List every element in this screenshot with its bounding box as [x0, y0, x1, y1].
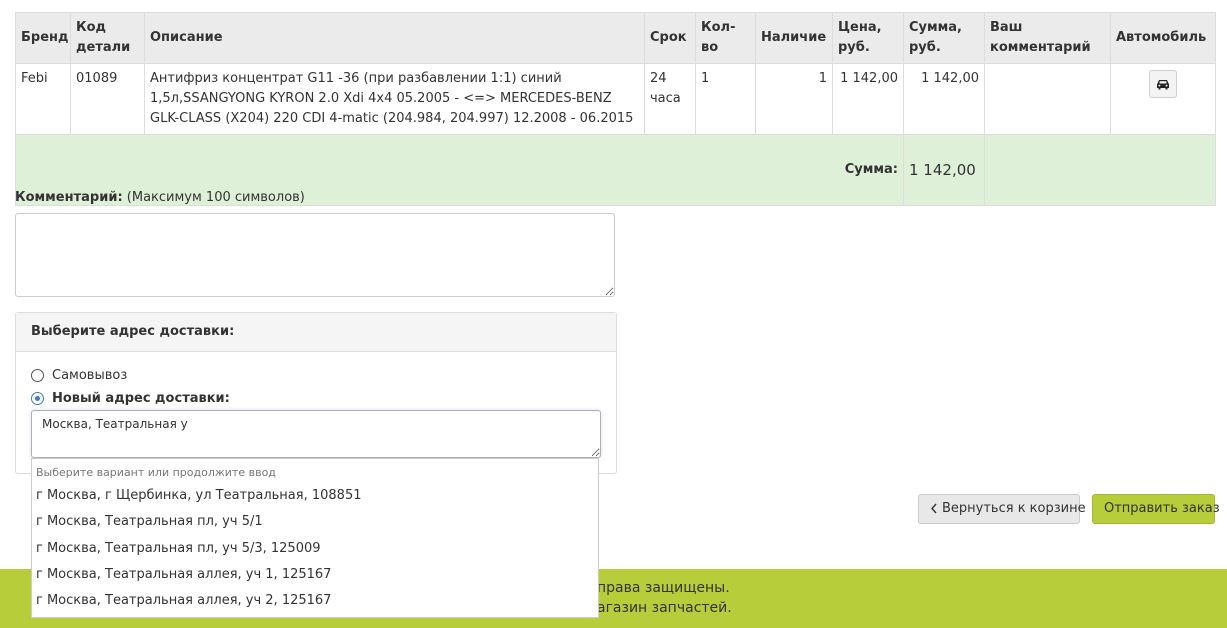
suggestions-hint: Выберите вариант или продолжите ввод [36, 466, 276, 479]
header-description: Описание [144, 12, 645, 64]
header-term: Срок [644, 12, 696, 64]
total-value: 1 142,00 [903, 134, 985, 206]
table-row: Febi 01089 Антифриз концентрат G11 -36 (… [15, 63, 1216, 135]
cell-sum: 1 142,00 [903, 63, 985, 135]
cell-term: 24 часа [644, 63, 696, 135]
car-icon [1157, 80, 1169, 90]
footer-copyright: права защищены. [597, 580, 730, 596]
delivery-panel-title: Выберите адрес доставки: [16, 313, 616, 352]
radio-new-address[interactable] [31, 392, 44, 405]
header-qty: Кол-во [695, 12, 756, 64]
radio-new-label: Новый адрес доставки: [52, 391, 230, 406]
comment-field[interactable] [15, 213, 615, 297]
suggestion-item[interactable]: г Москва, Театральная пл, уч 5/3, 125009 [32, 536, 598, 562]
cell-stock: 1 [755, 63, 833, 135]
delivery-option-new[interactable]: Новый адрес доставки: [31, 391, 230, 406]
address-suggestions-dropdown: Выберите вариант или продолжите ввод г М… [31, 458, 599, 618]
comment-label-title: Комментарий: [15, 190, 123, 205]
radio-pickup[interactable] [31, 369, 44, 382]
address-input[interactable]: Москва, Театральная у [31, 410, 601, 458]
radio-pickup-label: Самовывоз [52, 368, 128, 383]
header-car: Автомобиль [1110, 12, 1216, 64]
comment-label: Комментарий: (Максимум 100 символов) [15, 190, 305, 205]
comment-hint: (Максимум 100 символов) [126, 190, 305, 205]
suggestion-item[interactable]: г Москва, Театральная аллея, уч 1, 12516… [32, 562, 598, 588]
cell-car [1110, 63, 1216, 135]
cell-qty: 1 [695, 63, 756, 135]
table-header-row: Бренд Код детали Описание Срок Кол-во На… [15, 12, 1216, 64]
total-empty [984, 134, 1216, 206]
cell-code: 01089 [70, 63, 145, 135]
header-stock: Наличие [755, 12, 833, 64]
header-sum: Сумма, руб. [903, 12, 985, 64]
header-brand: Бренд [15, 12, 71, 64]
cell-comment [984, 63, 1111, 135]
car-button[interactable] [1149, 70, 1177, 98]
cell-brand: Febi [15, 63, 71, 135]
header-price: Цена, руб. [832, 12, 904, 64]
suggestion-item[interactable]: г Москва, г Щербинка, ул Театральная, 10… [32, 483, 598, 509]
cell-description: Антифриз концентрат G11 -36 (при разбавл… [144, 63, 645, 135]
header-comment: Ваш комментарий [984, 12, 1111, 64]
cell-price: 1 142,00 [832, 63, 904, 135]
header-code: Код детали [70, 12, 145, 64]
back-to-cart-button[interactable]: Вернуться к корзине [918, 494, 1086, 524]
back-button-label: Вернуться к корзине [942, 501, 1086, 516]
send-order-button[interactable]: Отправить заказ [1092, 494, 1220, 524]
footer-shop-name: агазин запчастей. [597, 600, 732, 616]
cart-table: Бренд Код детали Описание Срок Кол-во На… [15, 12, 1216, 206]
send-button-label: Отправить заказ [1104, 501, 1220, 516]
delivery-option-pickup[interactable]: Самовывоз [31, 368, 127, 383]
suggestion-item[interactable]: г Москва, Театральная пл, уч 5/1 [32, 509, 598, 535]
suggestion-item[interactable]: г Москва, Театральная аллея, уч 2, 12516… [32, 588, 598, 614]
chevron-left-icon [931, 503, 937, 514]
